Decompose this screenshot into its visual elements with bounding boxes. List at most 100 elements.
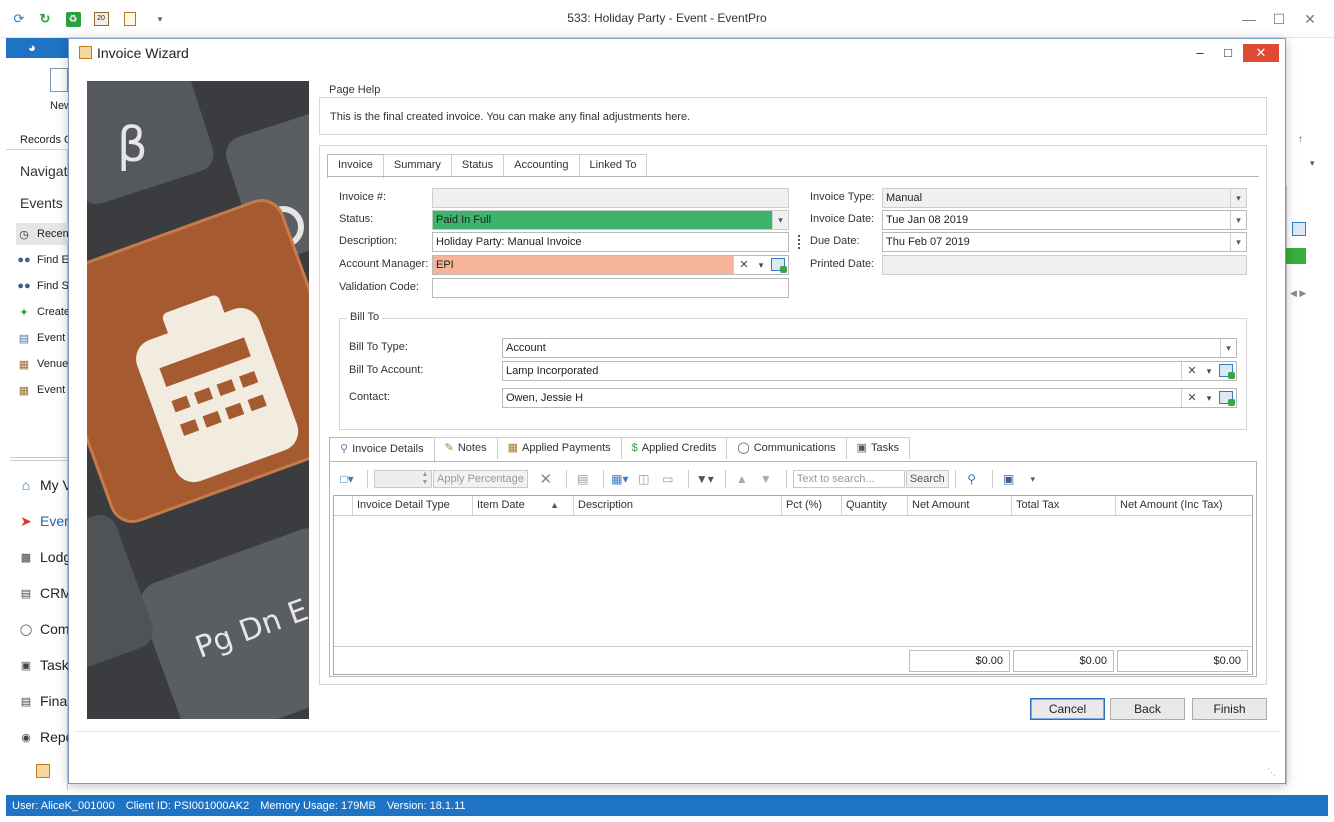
new-item-icon[interactable]: □▾ [337, 469, 357, 489]
nav-module-tasks[interactable]: ▣ Task [18, 652, 74, 678]
chevron-down-icon[interactable]: ▾ [1220, 339, 1236, 357]
clear-icon[interactable]: ✕ [1184, 389, 1200, 407]
nav-item-find-s[interactable]: ●● Find S [16, 275, 72, 297]
delete-icon[interactable]: ✕ [536, 469, 556, 489]
tab-linked-to[interactable]: Linked To [578, 154, 648, 176]
account-card-icon[interactable] [1219, 364, 1235, 379]
nav-item-find-events[interactable]: ●● Find E [16, 249, 72, 271]
app-minimize-button[interactable]: — [1237, 8, 1261, 30]
more-options-icon[interactable]: ▾ [1023, 469, 1043, 489]
configure-buttons-icon[interactable] [36, 764, 50, 778]
column-description[interactable]: Description [574, 496, 782, 515]
account-manager-select[interactable]: EPI ✕ ▾ [432, 255, 789, 275]
filter-icon[interactable]: ▼▾ [695, 469, 715, 489]
dropdown-icon[interactable]: ▾ [1310, 158, 1315, 169]
column-total-tax[interactable]: Total Tax [1012, 496, 1116, 515]
chevron-down-icon[interactable]: ▾ [772, 211, 788, 229]
app-close-button[interactable]: ✕ [1298, 8, 1322, 30]
validation-code-label: Validation Code: [339, 281, 419, 293]
back-button[interactable]: Back [1110, 698, 1185, 720]
nav-module-financial[interactable]: ▤ Fina [18, 688, 74, 714]
search-input[interactable]: Text to search... [792, 470, 905, 488]
tab-tasks[interactable]: ▣ Tasks [845, 437, 911, 459]
finish-button[interactable]: Finish [1192, 698, 1267, 720]
account-card-icon[interactable] [771, 258, 787, 273]
scroll-left-right-icon[interactable]: ◀ ▶ [1290, 288, 1306, 299]
nav-item-recent[interactable]: ◷ Recen [16, 223, 72, 245]
chevron-down-icon[interactable]: ▾ [753, 256, 769, 274]
unlink-icon[interactable]: ◫ [634, 469, 654, 489]
dialog-close-button[interactable]: ✕ [1243, 44, 1279, 62]
nav-module-my-venue[interactable]: ⌂ My V [18, 472, 74, 498]
status-select[interactable]: Paid In Full ▾ [432, 210, 789, 230]
invoice-number-field[interactable] [432, 188, 789, 208]
column-item-date[interactable]: Item Date ▲ [473, 496, 574, 515]
clear-icon[interactable]: ✕ [736, 256, 752, 274]
nav-item-venue[interactable]: ▦ Venue [16, 353, 72, 375]
tab-applied-payments[interactable]: ▦ Applied Payments [496, 437, 622, 459]
app-logo-icon[interactable]: ◕ [28, 40, 36, 55]
tab-summary[interactable]: Summary [382, 154, 452, 176]
app-maximize-button[interactable]: ☐ [1267, 8, 1291, 30]
chevron-down-icon[interactable]: ▾ [1230, 233, 1246, 251]
nav-item-event[interactable]: ▤ Event [16, 327, 72, 349]
tab-invoice[interactable]: Invoice [327, 154, 384, 178]
move-up-icon[interactable]: ▲ [732, 469, 752, 489]
nav-module-reports[interactable]: ◉ Repo [18, 724, 74, 750]
nav-splitter[interactable] [10, 457, 68, 461]
tab-accounting[interactable]: Accounting [503, 154, 580, 176]
column-invoice-detail-type[interactable]: Invoice Detail Type [353, 496, 473, 515]
grid-options-icon[interactable]: ▦▾ [610, 469, 630, 489]
cancel-button[interactable]: Cancel [1030, 698, 1105, 720]
contact-card-icon[interactable] [1219, 391, 1235, 406]
new-record-icon[interactable] [50, 68, 68, 92]
percentage-spin-input[interactable]: ▲ ▼ [374, 470, 432, 488]
nav-module-lodging[interactable]: ▩ Lodg [18, 544, 74, 570]
invoice-date-picker[interactable]: Tue Jan 08 2019 ▾ [882, 210, 1247, 230]
tab-status[interactable]: Status [450, 154, 505, 176]
splitter-grip-icon[interactable] [798, 235, 800, 249]
validation-code-field[interactable] [432, 278, 789, 298]
nav-module-events[interactable]: ➤ Even [18, 508, 74, 534]
chevron-down-icon[interactable]: ▾ [1201, 389, 1217, 407]
dialog-maximize-button[interactable]: □ [1213, 44, 1243, 62]
chevron-down-icon[interactable]: ▾ [1230, 189, 1246, 207]
find-icon[interactable]: ⚲ [962, 469, 982, 489]
tab-invoice-details[interactable]: ⚲ Invoice Details [329, 437, 435, 461]
invoice-type-select[interactable]: Manual ▾ [882, 188, 1247, 208]
nav-module-communications[interactable]: ◯ Com [18, 616, 74, 642]
column-pct[interactable]: Pct (%) [782, 496, 842, 515]
tab-notes[interactable]: ✎ Notes [433, 437, 498, 459]
column-net-amount[interactable]: Net Amount [908, 496, 1012, 515]
move-down-icon[interactable]: ▼ [756, 469, 776, 489]
column-net-amount-inc-tax[interactable]: Net Amount (Inc Tax) [1116, 496, 1250, 515]
printed-date-field[interactable] [882, 255, 1247, 275]
description-field[interactable]: Holiday Party: Manual Invoice [432, 232, 789, 252]
collapse-icon[interactable]: ↑ [1298, 134, 1306, 146]
search-button[interactable]: Search [905, 470, 949, 488]
tab-applied-credits[interactable]: $ Applied Credits [620, 437, 728, 459]
chevron-down-icon[interactable]: ▾ [1230, 211, 1246, 229]
due-date-label: Due Date: [810, 235, 860, 247]
nav-item-create[interactable]: ✦ Create [16, 301, 72, 323]
dialog-minimize-button[interactable]: – [1185, 44, 1215, 62]
bill-to-type-select[interactable]: Account ▾ [502, 338, 1237, 358]
column-quantity[interactable]: Quantity [842, 496, 908, 515]
due-date-picker[interactable]: Thu Feb 07 2019 ▾ [882, 232, 1247, 252]
edit-icon[interactable]: ▤ [573, 469, 593, 489]
contact-select[interactable]: Owen, Jessie H ✕ ▾ [502, 388, 1237, 408]
copy-icon[interactable]: ▭ [658, 469, 678, 489]
dialog-titlebar[interactable]: Invoice Wizard – □ ✕ [69, 39, 1285, 67]
resize-grip-icon[interactable]: ⋱ [1267, 767, 1276, 778]
bill-to-account-select[interactable]: Lamp Incorporated ✕ ▾ [502, 361, 1237, 381]
nav-module-crm[interactable]: ▤ CRM [18, 580, 74, 606]
nav-item-event-2[interactable]: ▦ Event [16, 379, 72, 401]
account-card-icon[interactable] [1292, 222, 1306, 236]
account-manager-buttons: ✕ ▾ [733, 256, 788, 274]
clear-icon[interactable]: ✕ [1184, 362, 1200, 380]
save-icon[interactable]: ▣ [999, 469, 1019, 489]
chevron-down-icon[interactable]: ▾ [1201, 362, 1217, 380]
calendar-icon: ▦ [18, 384, 30, 397]
tab-communications[interactable]: ◯ Communications [726, 437, 847, 459]
apply-percentage-button[interactable]: Apply Percentage [433, 470, 528, 488]
